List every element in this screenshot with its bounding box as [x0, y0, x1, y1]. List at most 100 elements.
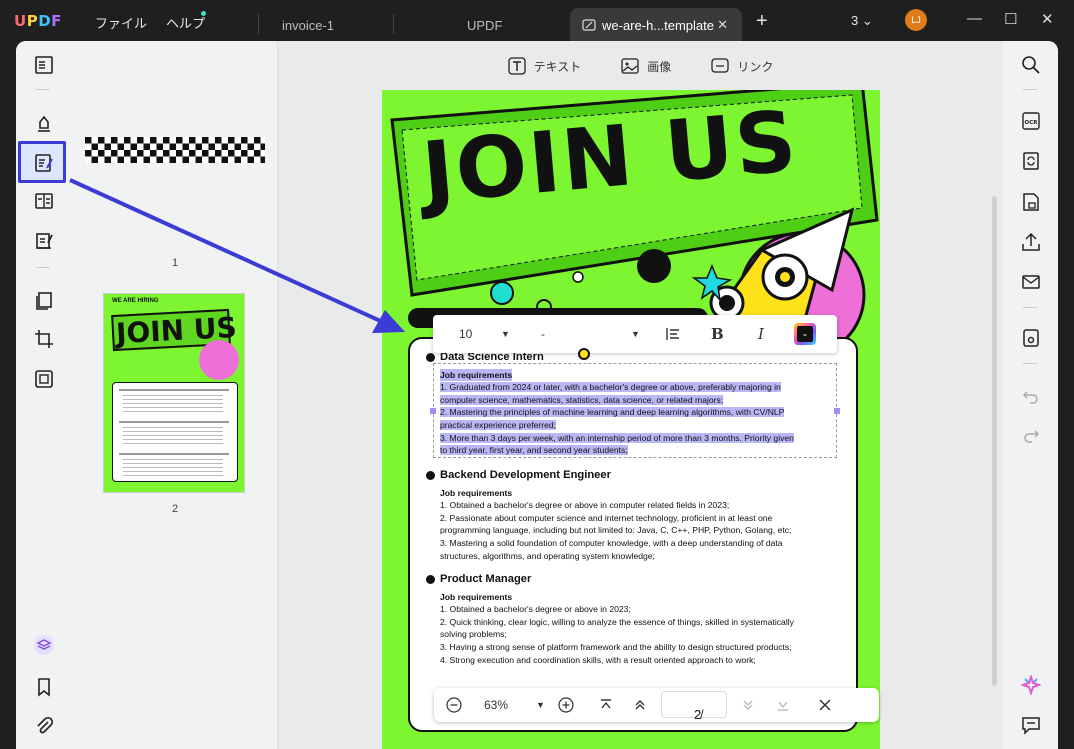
checker-square	[260, 156, 265, 163]
font-size-select[interactable]: 10	[459, 327, 472, 341]
job-req-label[interactable]: Job requirements	[440, 591, 794, 604]
reader-icon[interactable]	[34, 55, 54, 75]
checker-square	[124, 150, 131, 157]
page-number-box[interactable]: 2 / 2	[661, 691, 727, 722]
comment-icon[interactable]	[1021, 715, 1041, 735]
edit-pdf-icon[interactable]	[34, 153, 54, 173]
checker-square	[124, 137, 131, 144]
total-pages: 2	[694, 707, 702, 722]
job-line[interactable]: 4. Strong execution and coordination ski…	[440, 654, 794, 667]
text-selection-box[interactable]	[433, 363, 837, 458]
undo-icon[interactable]	[1021, 386, 1041, 406]
redo-icon[interactable]	[1021, 425, 1041, 445]
maximize-button[interactable]: ☐	[1004, 10, 1017, 28]
zoom-level[interactable]: 63%	[484, 698, 508, 712]
tab-updf[interactable]: UPDF	[455, 8, 565, 42]
font-family-chevron-icon[interactable]: ▼	[631, 329, 640, 339]
checker-square	[117, 156, 124, 163]
crop-icon[interactable]	[34, 329, 54, 349]
tab-separator	[393, 14, 394, 34]
new-tab-button[interactable]: +	[756, 10, 768, 33]
protect-icon[interactable]	[1021, 192, 1041, 212]
checker-square	[182, 143, 189, 150]
align-left-icon[interactable]	[665, 326, 681, 342]
fill-sign-icon[interactable]	[34, 231, 54, 251]
job-line[interactable]: 1. Obtained a bachelor's degree or above…	[440, 499, 791, 512]
copy-pages-icon[interactable]	[34, 291, 54, 311]
checker-square	[202, 150, 209, 157]
convert-icon[interactable]	[1021, 151, 1041, 171]
attachment-icon[interactable]	[34, 716, 54, 736]
email-icon[interactable]	[1021, 272, 1041, 292]
job-line[interactable]: 3. Having a strong sense of platform fra…	[440, 641, 794, 654]
job-line[interactable]: 2. Quick thinking, clear logic, willing …	[440, 616, 794, 629]
job-line[interactable]: 1. Obtained a bachelor's degree or above…	[440, 603, 794, 616]
add-image-button[interactable]: 画像	[621, 57, 671, 75]
job-line[interactable]: 3. Mastering a solid foundation of compu…	[440, 537, 791, 550]
checker-square	[156, 143, 163, 150]
last-page-icon[interactable]	[776, 698, 790, 712]
checker-square	[195, 156, 202, 163]
job-req-label[interactable]: Job requirements	[440, 487, 791, 500]
text-color-button[interactable]: ⌄	[794, 323, 816, 345]
menu-file[interactable]: ファイル	[95, 13, 147, 32]
avatar[interactable]: LJ	[905, 9, 927, 31]
job-line[interactable]: programming language, including but not …	[440, 524, 791, 537]
checker-square	[260, 143, 265, 150]
tab-invoice[interactable]: invoice-1	[270, 8, 390, 42]
checker-square	[208, 156, 215, 163]
checker-square	[150, 150, 157, 157]
ai-assistant-icon[interactable]	[1021, 675, 1041, 695]
right-tool-rail: OCR	[1003, 41, 1058, 749]
resize-handle-right[interactable]	[834, 408, 840, 414]
layers-icon[interactable]	[34, 635, 54, 655]
checker-square	[202, 137, 209, 144]
checker-square	[163, 137, 170, 144]
tab-count-dropdown[interactable]: 3 ⌄	[851, 13, 873, 29]
watermark-icon[interactable]	[34, 369, 54, 389]
page-2-label: 2	[171, 503, 179, 515]
tab-template[interactable]: we-are-h...template ✕	[570, 8, 742, 42]
font-size-chevron-icon[interactable]: ▼	[501, 329, 510, 339]
share-icon[interactable]	[1021, 232, 1041, 252]
checker-square	[234, 143, 241, 150]
job-line[interactable]: solving problems;	[440, 628, 794, 641]
checker-square	[228, 150, 235, 157]
menu-help[interactable]: ヘルプ	[166, 13, 205, 32]
next-page-icon[interactable]	[741, 698, 755, 712]
vertical-scrollbar[interactable]	[992, 196, 997, 686]
page-2-thumbnail[interactable]: WE ARE HIRING JOIN US	[103, 293, 245, 493]
checker-square	[221, 156, 228, 163]
page-1-thumbnail[interactable]	[85, 137, 265, 163]
italic-button[interactable]: I	[758, 325, 764, 343]
add-link-button[interactable]: リンク	[711, 57, 773, 75]
checker-square	[247, 143, 254, 150]
save-icon[interactable]	[1021, 328, 1041, 348]
highlighter-icon[interactable]	[34, 113, 54, 133]
first-page-icon[interactable]	[599, 698, 613, 712]
search-icon[interactable]	[1021, 55, 1041, 75]
zoom-in-icon[interactable]	[558, 697, 574, 713]
bookmark-icon[interactable]	[34, 677, 54, 697]
zoom-out-icon[interactable]	[446, 697, 462, 713]
bold-button[interactable]: B	[711, 325, 724, 343]
previous-page-icon[interactable]	[633, 698, 647, 712]
ocr-icon[interactable]: OCR	[1021, 111, 1041, 131]
close-tab-icon[interactable]: ✕	[717, 17, 728, 33]
font-family-select[interactable]: -	[541, 327, 545, 341]
job-line[interactable]: 2. Passionate about computer science and…	[440, 512, 791, 525]
job-title: Backend Development Engineer	[426, 469, 791, 482]
minimize-button[interactable]: —	[967, 10, 982, 27]
close-nav-icon[interactable]	[818, 698, 832, 712]
close-window-button[interactable]: ✕	[1041, 10, 1054, 28]
new-indicator-dot	[201, 11, 206, 16]
tab-label: UPDF	[467, 17, 503, 33]
checker-square	[247, 156, 254, 163]
resize-handle-left[interactable]	[430, 408, 436, 414]
zoom-chevron-icon[interactable]: ▼	[536, 700, 545, 710]
job-line[interactable]: structures, algorithms, and operating sy…	[440, 550, 791, 563]
add-text-button[interactable]: テキスト	[508, 57, 581, 75]
tab-count: 3	[851, 13, 859, 28]
organize-pages-icon[interactable]	[34, 191, 54, 211]
checker-square	[85, 150, 92, 157]
